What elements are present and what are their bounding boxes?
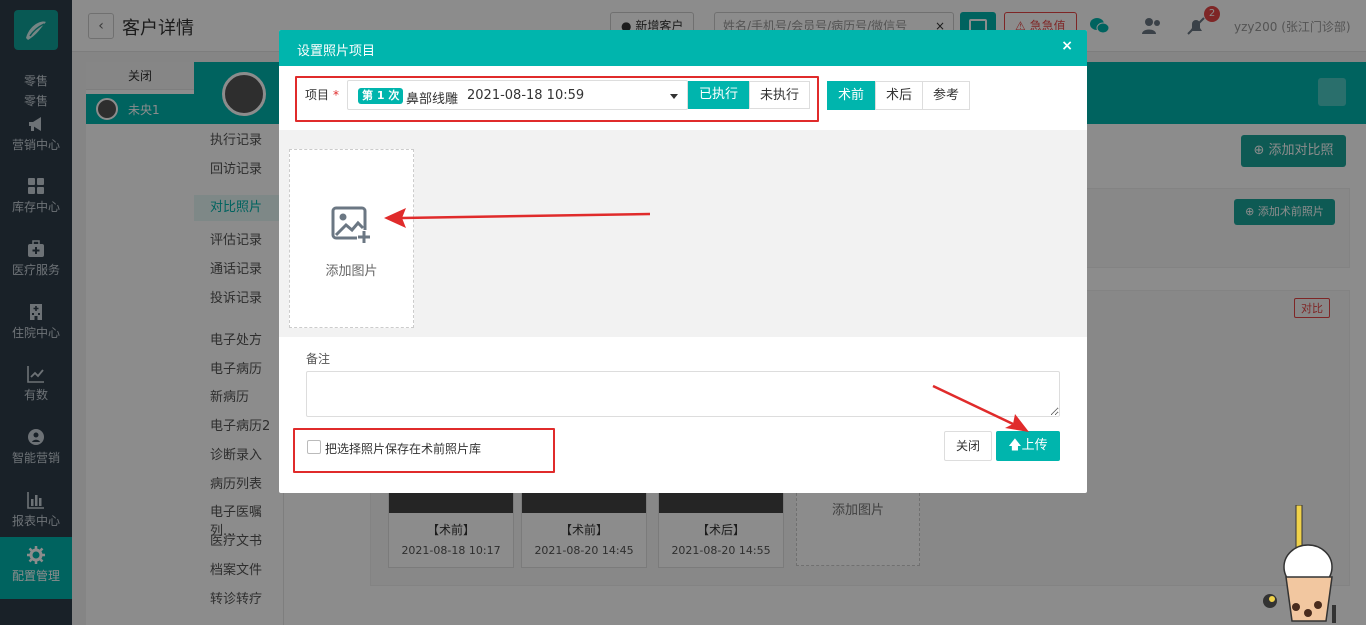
photo-area: 添加图片 [279, 130, 1087, 337]
add-image-tile[interactable]: 添加图片 [289, 149, 414, 328]
not-executed-button[interactable]: 未执行 [749, 81, 810, 109]
close-icon[interactable]: × [1061, 38, 1073, 54]
chevron-down-icon [670, 94, 678, 99]
stage-tab-preop[interactable]: 术前 [827, 81, 875, 110]
add-image-label: 添加图片 [325, 264, 378, 279]
arrow-up-icon: 🡅 [1008, 438, 1022, 453]
note-label: 备注 [306, 352, 331, 366]
project-select[interactable]: 第 1 次 鼻部线雕 2021-08-18 10:59 [347, 80, 688, 110]
add-image-icon [331, 206, 371, 244]
upload-label: 上传 [1021, 438, 1048, 453]
save-to-library-label[interactable]: 把选择照片保存在术前照片库 [325, 440, 481, 457]
project-name: 鼻部线雕 [406, 92, 459, 107]
executed-button[interactable]: 已执行 [688, 81, 749, 109]
mascot-illustration [1263, 505, 1336, 623]
required-mark: * [333, 88, 340, 102]
project-label-text: 项目 [305, 88, 330, 102]
dialog-header: 设置照片项目 × [279, 30, 1087, 66]
project-label: 项目 * [305, 86, 339, 103]
upload-button[interactable]: 🡅上传 [996, 431, 1060, 461]
project-date: 2021-08-18 10:59 [467, 88, 585, 103]
set-photo-project-dialog: 设置照片项目 × 项目 * 第 1 次 鼻部线雕 2021-08-18 10:59… [279, 30, 1087, 493]
note-input[interactable] [306, 371, 1060, 417]
save-to-library-checkbox[interactable] [307, 440, 321, 454]
close-button[interactable]: 关闭 [944, 431, 992, 461]
dialog-title: 设置照片项目 [297, 44, 376, 59]
stage-tab-postop[interactable]: 术后 [875, 81, 923, 110]
stage-tab-reference[interactable]: 参考 [922, 81, 970, 110]
project-row: 项目 * 第 1 次 鼻部线雕 2021-08-18 10:59 已执行 未执行 … [279, 66, 1087, 130]
visit-badge: 第 1 次 [358, 88, 404, 104]
